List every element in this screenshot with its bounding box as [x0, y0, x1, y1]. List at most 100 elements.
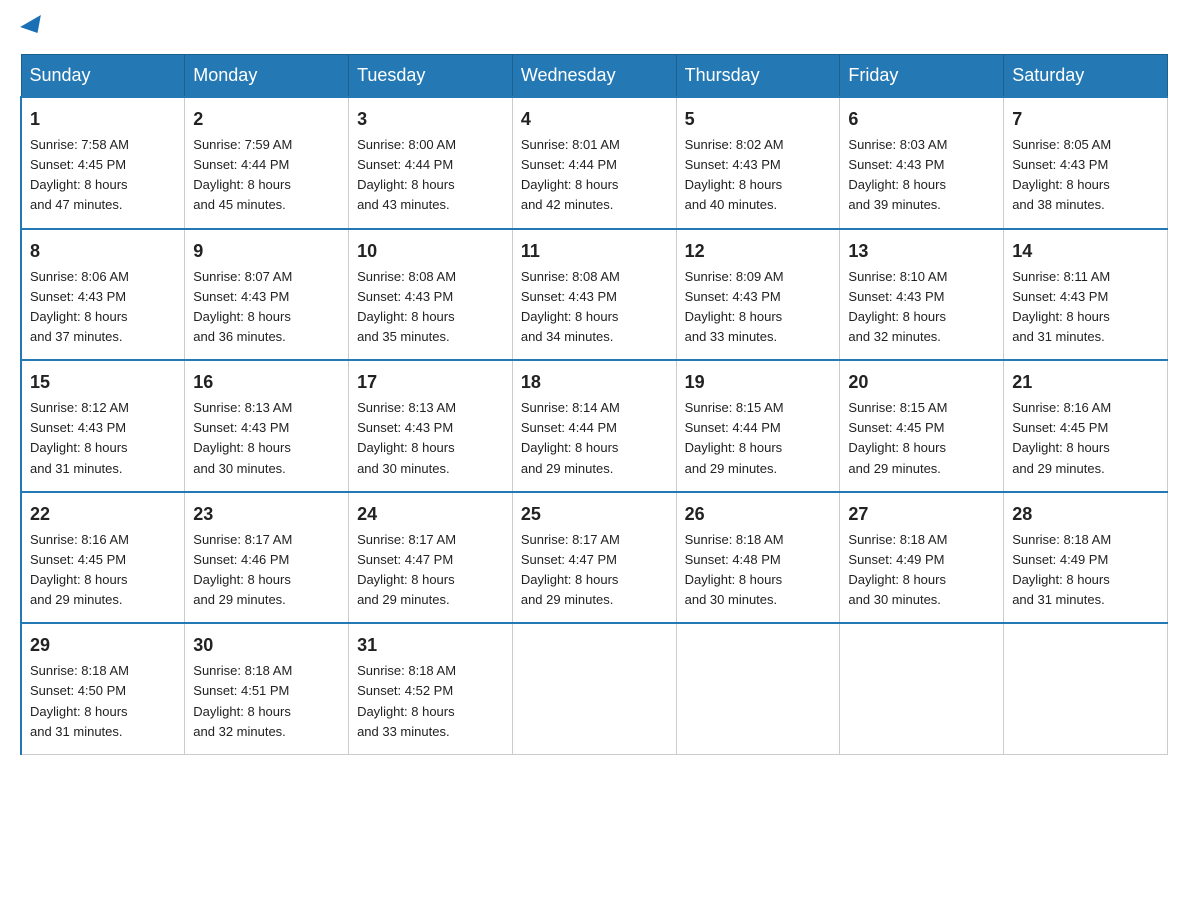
- calendar-cell: 14 Sunrise: 8:11 AMSunset: 4:43 PMDayligh…: [1004, 229, 1168, 361]
- calendar-cell: 6 Sunrise: 8:03 AMSunset: 4:43 PMDaylight…: [840, 97, 1004, 229]
- calendar-cell: 24 Sunrise: 8:17 AMSunset: 4:47 PMDayligh…: [349, 492, 513, 624]
- day-number: 6: [848, 106, 995, 133]
- day-number: 26: [685, 501, 832, 528]
- calendar-cell: 16 Sunrise: 8:13 AMSunset: 4:43 PMDayligh…: [185, 360, 349, 492]
- day-number: 30: [193, 632, 340, 659]
- day-info: Sunrise: 8:17 AMSunset: 4:46 PMDaylight:…: [193, 532, 292, 607]
- day-number: 29: [30, 632, 176, 659]
- day-info: Sunrise: 8:18 AMSunset: 4:52 PMDaylight:…: [357, 663, 456, 738]
- day-number: 2: [193, 106, 340, 133]
- day-info: Sunrise: 7:58 AMSunset: 4:45 PMDaylight:…: [30, 137, 129, 212]
- day-info: Sunrise: 8:02 AMSunset: 4:43 PMDaylight:…: [685, 137, 784, 212]
- day-number: 3: [357, 106, 504, 133]
- day-info: Sunrise: 8:18 AMSunset: 4:49 PMDaylight:…: [848, 532, 947, 607]
- day-number: 27: [848, 501, 995, 528]
- calendar-cell: [1004, 623, 1168, 754]
- day-of-week-wednesday: Wednesday: [512, 55, 676, 98]
- calendar-cell: 11 Sunrise: 8:08 AMSunset: 4:43 PMDayligh…: [512, 229, 676, 361]
- calendar-cell: 30 Sunrise: 8:18 AMSunset: 4:51 PMDayligh…: [185, 623, 349, 754]
- calendar-cell: 29Sunrise: 8:18 AMSunset: 4:50 PMDayligh…: [21, 623, 185, 754]
- day-number: 16: [193, 369, 340, 396]
- day-number: 23: [193, 501, 340, 528]
- day-info: Sunrise: 8:18 AMSunset: 4:51 PMDaylight:…: [193, 663, 292, 738]
- calendar-cell: 5 Sunrise: 8:02 AMSunset: 4:43 PMDaylight…: [676, 97, 840, 229]
- day-number: 11: [521, 238, 668, 265]
- day-number: 21: [1012, 369, 1159, 396]
- day-info: Sunrise: 8:17 AMSunset: 4:47 PMDaylight:…: [357, 532, 456, 607]
- day-info: Sunrise: 7:59 AMSunset: 4:44 PMDaylight:…: [193, 137, 292, 212]
- calendar-week-4: 22 Sunrise: 8:16 AMSunset: 4:45 PMDayligh…: [21, 492, 1168, 624]
- day-number: 22: [30, 501, 176, 528]
- day-number: 10: [357, 238, 504, 265]
- day-number: 5: [685, 106, 832, 133]
- day-info: Sunrise: 8:12 AMSunset: 4:43 PMDaylight:…: [30, 400, 129, 475]
- day-number: 17: [357, 369, 504, 396]
- day-info: Sunrise: 8:01 AMSunset: 4:44 PMDaylight:…: [521, 137, 620, 212]
- day-number: 24: [357, 501, 504, 528]
- calendar-cell: 23 Sunrise: 8:17 AMSunset: 4:46 PMDayligh…: [185, 492, 349, 624]
- day-of-week-tuesday: Tuesday: [349, 55, 513, 98]
- calendar-cell: 3 Sunrise: 8:00 AMSunset: 4:44 PMDaylight…: [349, 97, 513, 229]
- day-number: 8: [30, 238, 176, 265]
- day-info: Sunrise: 8:13 AMSunset: 4:43 PMDaylight:…: [193, 400, 292, 475]
- day-of-week-friday: Friday: [840, 55, 1004, 98]
- day-info: Sunrise: 8:07 AMSunset: 4:43 PMDaylight:…: [193, 269, 292, 344]
- logo: [20, 20, 46, 34]
- calendar-body: 1 Sunrise: 7:58 AMSunset: 4:45 PMDaylight…: [21, 97, 1168, 754]
- day-info: Sunrise: 8:11 AMSunset: 4:43 PMDaylight:…: [1012, 269, 1110, 344]
- calendar-week-1: 1 Sunrise: 7:58 AMSunset: 4:45 PMDaylight…: [21, 97, 1168, 229]
- day-number: 31: [357, 632, 504, 659]
- day-number: 4: [521, 106, 668, 133]
- day-number: 15: [30, 369, 176, 396]
- day-of-week-monday: Monday: [185, 55, 349, 98]
- day-info: Sunrise: 8:15 AMSunset: 4:45 PMDaylight:…: [848, 400, 947, 475]
- calendar-cell: 19Sunrise: 8:15 AMSunset: 4:44 PMDayligh…: [676, 360, 840, 492]
- calendar-cell: 17Sunrise: 8:13 AMSunset: 4:43 PMDayligh…: [349, 360, 513, 492]
- calendar-cell: 1 Sunrise: 7:58 AMSunset: 4:45 PMDaylight…: [21, 97, 185, 229]
- day-info: Sunrise: 8:18 AMSunset: 4:48 PMDaylight:…: [685, 532, 784, 607]
- day-of-week-sunday: Sunday: [21, 55, 185, 98]
- day-info: Sunrise: 8:00 AMSunset: 4:44 PMDaylight:…: [357, 137, 456, 212]
- calendar-week-3: 15 Sunrise: 8:12 AMSunset: 4:43 PMDayligh…: [21, 360, 1168, 492]
- calendar-table: SundayMondayTuesdayWednesdayThursdayFrid…: [20, 54, 1168, 755]
- day-info: Sunrise: 8:03 AMSunset: 4:43 PMDaylight:…: [848, 137, 947, 212]
- day-number: 12: [685, 238, 832, 265]
- calendar-cell: 20 Sunrise: 8:15 AMSunset: 4:45 PMDayligh…: [840, 360, 1004, 492]
- calendar-cell: 21 Sunrise: 8:16 AMSunset: 4:45 PMDayligh…: [1004, 360, 1168, 492]
- day-number: 14: [1012, 238, 1159, 265]
- day-number: 20: [848, 369, 995, 396]
- calendar-cell: 25Sunrise: 8:17 AMSunset: 4:47 PMDayligh…: [512, 492, 676, 624]
- calendar-header: SundayMondayTuesdayWednesdayThursdayFrid…: [21, 55, 1168, 98]
- calendar-cell: 26 Sunrise: 8:18 AMSunset: 4:48 PMDayligh…: [676, 492, 840, 624]
- day-info: Sunrise: 8:08 AMSunset: 4:43 PMDaylight:…: [357, 269, 456, 344]
- calendar-cell: 2 Sunrise: 7:59 AMSunset: 4:44 PMDaylight…: [185, 97, 349, 229]
- calendar-cell: 13Sunrise: 8:10 AMSunset: 4:43 PMDayligh…: [840, 229, 1004, 361]
- days-of-week-row: SundayMondayTuesdayWednesdayThursdayFrid…: [21, 55, 1168, 98]
- calendar-week-2: 8 Sunrise: 8:06 AMSunset: 4:43 PMDaylight…: [21, 229, 1168, 361]
- calendar-cell: [512, 623, 676, 754]
- calendar-cell: [840, 623, 1004, 754]
- calendar-cell: 22 Sunrise: 8:16 AMSunset: 4:45 PMDayligh…: [21, 492, 185, 624]
- day-info: Sunrise: 8:06 AMSunset: 4:43 PMDaylight:…: [30, 269, 129, 344]
- calendar-cell: 8 Sunrise: 8:06 AMSunset: 4:43 PMDaylight…: [21, 229, 185, 361]
- calendar-cell: 15 Sunrise: 8:12 AMSunset: 4:43 PMDayligh…: [21, 360, 185, 492]
- day-number: 19: [685, 369, 832, 396]
- day-number: 25: [521, 501, 668, 528]
- logo-arrow-icon: [20, 15, 48, 39]
- day-number: 9: [193, 238, 340, 265]
- calendar-cell: 12Sunrise: 8:09 AMSunset: 4:43 PMDayligh…: [676, 229, 840, 361]
- day-info: Sunrise: 8:18 AMSunset: 4:49 PMDaylight:…: [1012, 532, 1111, 607]
- day-info: Sunrise: 8:05 AMSunset: 4:43 PMDaylight:…: [1012, 137, 1111, 212]
- day-of-week-thursday: Thursday: [676, 55, 840, 98]
- day-info: Sunrise: 8:08 AMSunset: 4:43 PMDaylight:…: [521, 269, 620, 344]
- day-number: 7: [1012, 106, 1159, 133]
- day-info: Sunrise: 8:16 AMSunset: 4:45 PMDaylight:…: [1012, 400, 1111, 475]
- day-number: 1: [30, 106, 176, 133]
- day-number: 18: [521, 369, 668, 396]
- calendar-cell: 7 Sunrise: 8:05 AMSunset: 4:43 PMDaylight…: [1004, 97, 1168, 229]
- day-info: Sunrise: 8:16 AMSunset: 4:45 PMDaylight:…: [30, 532, 129, 607]
- calendar-cell: 28Sunrise: 8:18 AMSunset: 4:49 PMDayligh…: [1004, 492, 1168, 624]
- day-info: Sunrise: 8:14 AMSunset: 4:44 PMDaylight:…: [521, 400, 620, 475]
- calendar-cell: 9 Sunrise: 8:07 AMSunset: 4:43 PMDaylight…: [185, 229, 349, 361]
- calendar-week-5: 29Sunrise: 8:18 AMSunset: 4:50 PMDayligh…: [21, 623, 1168, 754]
